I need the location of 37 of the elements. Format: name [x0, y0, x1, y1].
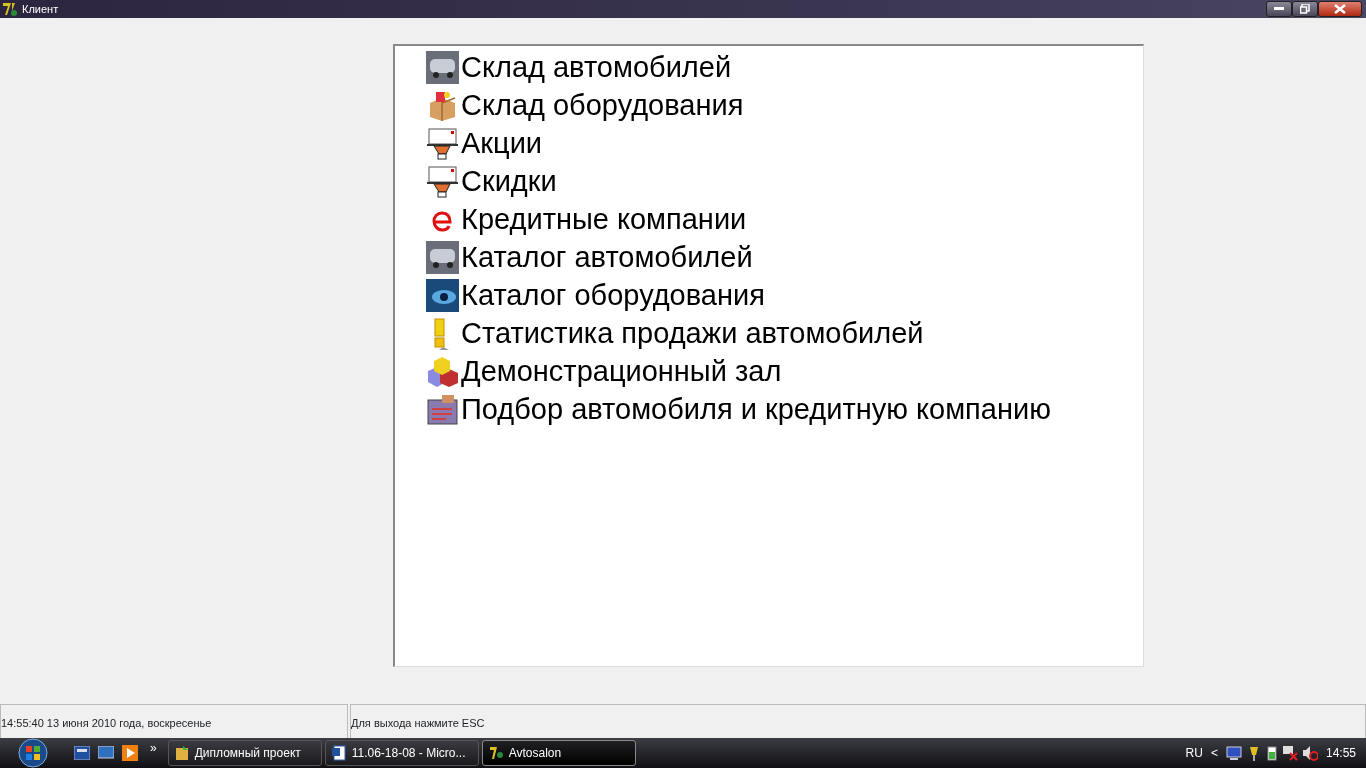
more-toolbar-button[interactable]: »: [150, 739, 157, 757]
muted-speaker-icon[interactable]: [1301, 745, 1318, 761]
battery-icon[interactable]: [1265, 745, 1278, 761]
close-icon: [1334, 4, 1346, 14]
menu-item[interactable]: Кредитные компании: [461, 204, 747, 234]
taskbar-button[interactable]: Дипломный проект: [167, 740, 322, 766]
menu-item[interactable]: Акции: [461, 128, 543, 158]
app-icon: [2, 1, 18, 17]
restore-icon: [1300, 4, 1310, 14]
menu-item[interactable]: Демонстрационный зал: [461, 356, 782, 386]
taskbar-button[interactable]: 11.06-18-08 - Micro...: [324, 740, 479, 766]
taskbar-button[interactable]: Avtosalon: [481, 740, 636, 766]
window-title: Клиент: [22, 1, 59, 17]
minimize-icon: [1274, 7, 1284, 11]
menu-item[interactable]: Скидки: [461, 166, 557, 196]
cubes-icon: [426, 354, 459, 388]
tray-expand-button[interactable]: <: [1210, 744, 1218, 762]
monitor-icon[interactable]: [98, 746, 114, 760]
menu-item[interactable]: Склад оборудования: [461, 90, 744, 120]
menu-item[interactable]: Подбор автомобиля и кредитную компанию: [461, 394, 1051, 424]
app-icon: [488, 745, 504, 761]
menu-item[interactable]: Статистика продажи автомобилей: [461, 318, 924, 348]
doc-icon: [331, 745, 347, 761]
close-button[interactable]: [1318, 1, 1362, 17]
restore-button[interactable]: [1292, 1, 1318, 17]
play-icon[interactable]: [122, 745, 138, 761]
network-icon[interactable]: [1225, 745, 1242, 761]
menu-item[interactable]: Каталог оборудования: [461, 280, 765, 310]
minimize-button[interactable]: [1266, 1, 1292, 17]
desktop-icon[interactable]: [74, 746, 90, 760]
menu-item[interactable]: Каталог автомобилей: [461, 242, 753, 272]
folder-icon: [174, 745, 190, 761]
menu-item[interactable]: Склад автомобилей: [461, 52, 732, 82]
clock[interactable]: 14:55: [1325, 744, 1356, 762]
language-indicator[interactable]: RU: [1185, 744, 1203, 762]
folder-icon: [426, 392, 459, 426]
network-error-icon[interactable]: [1281, 745, 1298, 761]
